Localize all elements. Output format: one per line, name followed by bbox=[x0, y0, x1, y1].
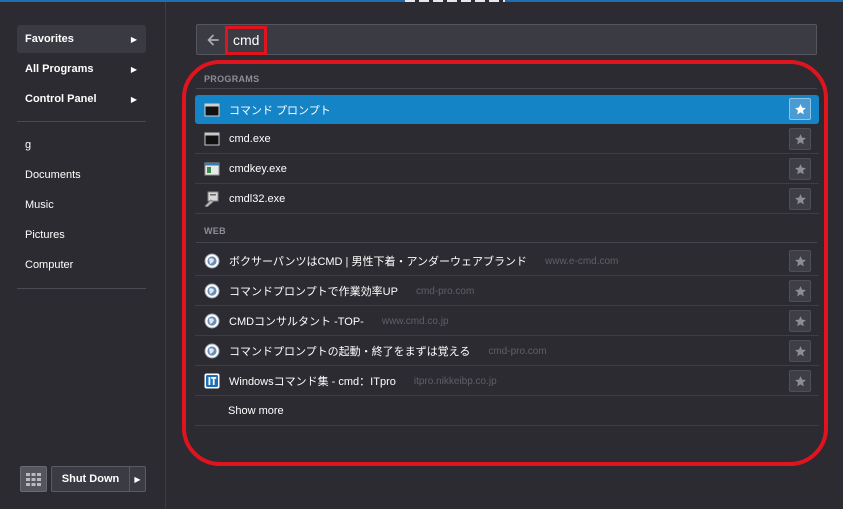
top-window-marks bbox=[405, 0, 505, 2]
result-label: cmdl32.exe bbox=[229, 193, 286, 205]
web-result-row[interactable]: Windowsコマンド集 - cmd：ITpro itpro.nikkeibp.… bbox=[195, 367, 819, 396]
apps-grid-button[interactable] bbox=[20, 466, 47, 492]
sidebar-item-label: Favorites bbox=[25, 33, 74, 45]
shutdown-group: Shut Down ▶ bbox=[20, 466, 146, 492]
itpro-icon bbox=[204, 373, 220, 389]
pin-favorite-button[interactable] bbox=[789, 128, 811, 150]
installer-icon bbox=[204, 191, 219, 207]
program-result-row[interactable]: コマンド プロンプト bbox=[195, 95, 819, 124]
web-result-row[interactable]: コマンドプロンプトで作業効率UP cmd-pro.com bbox=[195, 277, 819, 306]
result-label: コマンドプロンプトで作業効率UP bbox=[229, 286, 398, 298]
star-icon bbox=[794, 375, 806, 386]
result-label: コマンド プロンプト bbox=[229, 104, 331, 117]
start-menu-sidebar: Favorites ▶ All Programs ▶ Control Panel… bbox=[0, 2, 166, 509]
result-label: コマンドプロンプトの起動・終了をまずは覚える bbox=[229, 346, 471, 358]
globe-icon bbox=[204, 283, 220, 299]
result-label: Windowsコマンド集 - cmd：ITpro bbox=[229, 376, 396, 388]
chevron-right-icon: ▶ bbox=[134, 474, 141, 484]
pin-favorite-button[interactable] bbox=[789, 310, 811, 332]
web-result-row[interactable]: CMDコンサルタント -TOP- www.cmd.co.jp bbox=[195, 307, 819, 336]
chevron-right-icon: ▶ bbox=[130, 34, 137, 44]
sidebar-item-label: Control Panel bbox=[25, 93, 97, 105]
web-result-row[interactable]: ボクサーパンツはCMD | 男性下着・アンダーウェアブランド www.e-cmd… bbox=[195, 247, 819, 276]
star-icon bbox=[794, 193, 806, 204]
sidebar-link-music[interactable]: Music bbox=[25, 199, 54, 211]
star-icon bbox=[794, 345, 806, 356]
star-icon bbox=[794, 255, 806, 266]
pin-favorite-button[interactable] bbox=[789, 188, 811, 210]
sidebar-item-control-panel[interactable]: Control Panel ▶ bbox=[17, 85, 146, 113]
shutdown-options-button[interactable]: ▶ bbox=[129, 466, 146, 492]
result-url: www.e-cmd.com bbox=[545, 255, 619, 267]
app-window-icon bbox=[204, 162, 220, 176]
star-icon bbox=[794, 103, 806, 114]
pin-favorite-button[interactable] bbox=[789, 158, 811, 180]
star-icon bbox=[794, 163, 806, 174]
pin-favorite-button[interactable] bbox=[789, 250, 811, 272]
web-section-header: WEB bbox=[204, 226, 226, 236]
section-divider bbox=[196, 88, 817, 89]
sidebar-link-user[interactable]: g bbox=[25, 139, 31, 151]
result-url: cmd-pro.com bbox=[415, 285, 475, 297]
result-url: cmd-pro.com bbox=[488, 345, 547, 357]
program-result-row[interactable]: cmd.exe bbox=[195, 125, 819, 154]
shutdown-button[interactable]: Shut Down bbox=[51, 466, 129, 492]
result-label: cmd.exe bbox=[229, 133, 271, 145]
sidebar-item-all-programs[interactable]: All Programs ▶ bbox=[17, 55, 146, 83]
pin-favorite-button[interactable] bbox=[789, 280, 811, 302]
result-label: ボクサーパンツはCMD | 男性下着・アンダーウェアブランド bbox=[229, 256, 528, 268]
pin-favorite-button[interactable] bbox=[789, 98, 811, 120]
globe-icon bbox=[204, 343, 220, 359]
console-icon bbox=[204, 103, 220, 116]
result-url: itpro.nikkeibp.co.jp bbox=[413, 375, 497, 387]
sidebar-item-favorites[interactable]: Favorites ▶ bbox=[17, 25, 146, 53]
result-label: CMDコンサルタント -TOP- bbox=[229, 316, 364, 328]
globe-icon bbox=[204, 253, 220, 269]
pin-favorite-button[interactable] bbox=[789, 340, 811, 362]
sidebar-link-computer[interactable]: Computer bbox=[25, 259, 73, 271]
program-result-row[interactable]: cmdkey.exe bbox=[195, 155, 819, 184]
program-result-row[interactable]: cmdl32.exe bbox=[195, 185, 819, 214]
back-arrow-icon[interactable] bbox=[205, 32, 221, 48]
web-result-row[interactable]: コマンドプロンプトの起動・終了をまずは覚える cmd-pro.com bbox=[195, 337, 819, 366]
section-divider bbox=[196, 242, 817, 243]
sidebar-link-documents[interactable]: Documents bbox=[25, 169, 81, 181]
search-bar bbox=[196, 24, 817, 55]
grid-icon bbox=[26, 472, 41, 486]
globe-icon bbox=[204, 313, 220, 329]
show-more-link[interactable]: Show more bbox=[195, 397, 819, 426]
sidebar-item-label: All Programs bbox=[25, 63, 94, 75]
sidebar-divider bbox=[17, 121, 146, 122]
search-input[interactable] bbox=[233, 30, 433, 50]
sidebar-divider bbox=[17, 288, 146, 289]
result-label: cmdkey.exe bbox=[229, 163, 287, 175]
chevron-right-icon: ▶ bbox=[130, 64, 137, 74]
sidebar-link-pictures[interactable]: Pictures bbox=[25, 229, 65, 241]
console-icon bbox=[204, 132, 220, 146]
star-icon bbox=[794, 285, 806, 296]
programs-section-header: PROGRAMS bbox=[204, 74, 260, 84]
chevron-right-icon: ▶ bbox=[130, 94, 137, 104]
pin-favorite-button[interactable] bbox=[789, 370, 811, 392]
star-icon bbox=[794, 133, 806, 144]
result-url: www.cmd.co.jp bbox=[381, 315, 449, 327]
star-icon bbox=[794, 315, 806, 326]
